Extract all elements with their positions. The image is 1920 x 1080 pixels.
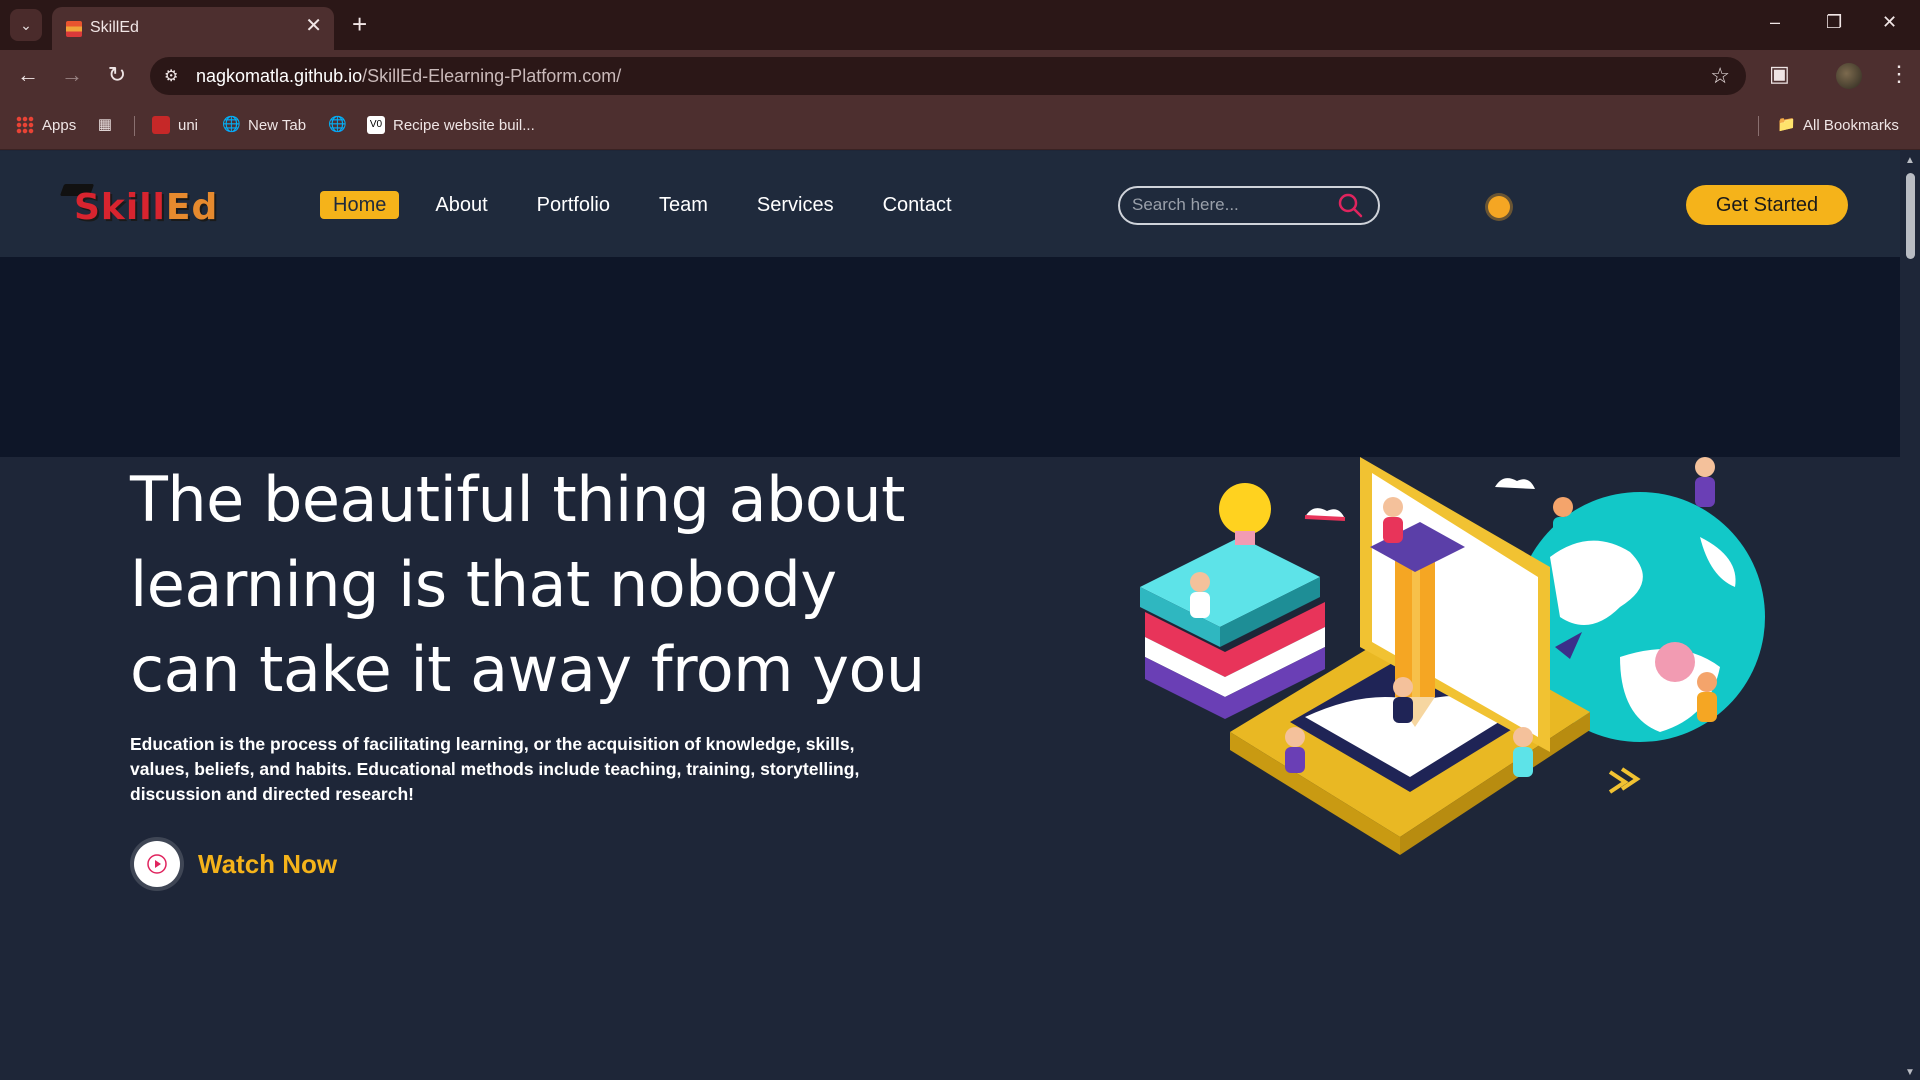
restore-icon[interactable]: ❐ (1826, 12, 1842, 32)
nav-team[interactable]: Team (646, 191, 721, 219)
hero-top-band (0, 257, 1900, 457)
search-input[interactable] (1132, 195, 1332, 215)
site-info-icon[interactable]: ⚙ (164, 66, 178, 86)
tab-title: SkillEd (90, 19, 139, 36)
main-nav: Home About Portfolio Team Services Conta… (320, 191, 988, 219)
globe-icon: 🌐 (222, 116, 241, 133)
scroll-up-icon[interactable]: ▲ (1905, 155, 1915, 166)
watch-now-label: Watch Now (198, 848, 338, 879)
nav-about[interactable]: About (422, 191, 500, 219)
site-header: SkillEd Home About Portfolio Team Servic… (0, 151, 1900, 257)
bookmark-globe[interactable]: 🌐 (328, 116, 347, 134)
site-logo[interactable]: SkillEd (74, 187, 218, 228)
scroll-thumb[interactable] (1906, 173, 1915, 259)
star-icon[interactable]: ☆ (1710, 64, 1730, 88)
browser-toolbar: ← → ↻ ⚙ nagkomatla.github.io/SkillEd-Ele… (0, 50, 1920, 100)
folder-icon: 📁 (1777, 116, 1796, 133)
watch-now-button[interactable]: Watch Now (134, 841, 337, 887)
search-box (1118, 186, 1380, 225)
scroll-down-icon[interactable]: ▼ (1905, 1067, 1915, 1078)
lightbulb-illustration (1219, 483, 1271, 545)
hero-section: The beautiful thing about learning is th… (0, 457, 1900, 1080)
address-bar[interactable]: ⚙ nagkomatla.github.io/SkillEd-Elearning… (150, 57, 1746, 95)
bookmark-uni[interactable]: uni (152, 116, 198, 134)
browser-tab-strip: ⌄ SkillEd ✕ + – ❐ ✕ (0, 0, 1920, 50)
browser-tab[interactable]: SkillEd ✕ (52, 7, 334, 50)
globe-icon: 🌐 (328, 116, 347, 133)
bookmark-all[interactable]: 📁 All Bookmarks (1777, 116, 1899, 134)
bookmark-recipe[interactable]: V0 Recipe website buil... (367, 116, 535, 134)
tab-groups-icon[interactable]: ▦ (96, 116, 114, 134)
url-text[interactable]: nagkomatla.github.io/SkillEd-Elearning-P… (196, 66, 621, 87)
menu-icon[interactable]: ⋮ (1888, 61, 1910, 87)
forward-icon[interactable]: → (57, 62, 87, 88)
reload-icon[interactable]: ↻ (102, 62, 132, 88)
hero-illustration (1140, 457, 1765, 855)
bookmark-apps[interactable]: Apps (16, 116, 76, 134)
apps-grid-icon (16, 116, 34, 134)
uni-favicon (152, 116, 170, 134)
bookmarks-bar: Apps ▦ uni 🌐 New Tab 🌐 V0 Recipe website… (0, 100, 1920, 150)
divider (134, 116, 135, 136)
nav-contact[interactable]: Contact (870, 191, 965, 219)
hero-title: The beautiful thing about learning is th… (130, 463, 925, 706)
nav-home[interactable]: Home (320, 191, 400, 219)
recipe-favicon: V0 (367, 116, 385, 134)
back-icon[interactable]: ← (13, 62, 43, 88)
divider (1758, 116, 1759, 136)
window-close-icon[interactable]: ✕ (1882, 12, 1897, 32)
close-icon[interactable]: ✕ (305, 16, 322, 36)
minimize-icon[interactable]: – (1770, 12, 1780, 32)
search-icon[interactable] (1336, 191, 1364, 219)
page-viewport: SkillEd Home About Portfolio Team Servic… (0, 151, 1900, 1080)
avatar[interactable] (1836, 63, 1862, 89)
tab-list-icon[interactable]: ⌄ (10, 9, 42, 41)
nav-portfolio[interactable]: Portfolio (524, 191, 623, 219)
page-scrollbar[interactable]: ▲ ▼ (1900, 151, 1920, 1080)
plus-icon[interactable]: + (352, 10, 367, 38)
play-icon[interactable] (134, 841, 180, 887)
sun-icon[interactable] (1488, 196, 1510, 218)
hero-description: Education is the process of facilitating… (130, 734, 860, 804)
extensions-icon[interactable]: ▣ (1769, 61, 1790, 87)
bookmark-new-tab[interactable]: 🌐 New Tab (222, 116, 306, 134)
tab-favicon (66, 21, 82, 37)
get-started-button[interactable]: Get Started (1686, 185, 1848, 225)
nav-services[interactable]: Services (744, 191, 847, 219)
